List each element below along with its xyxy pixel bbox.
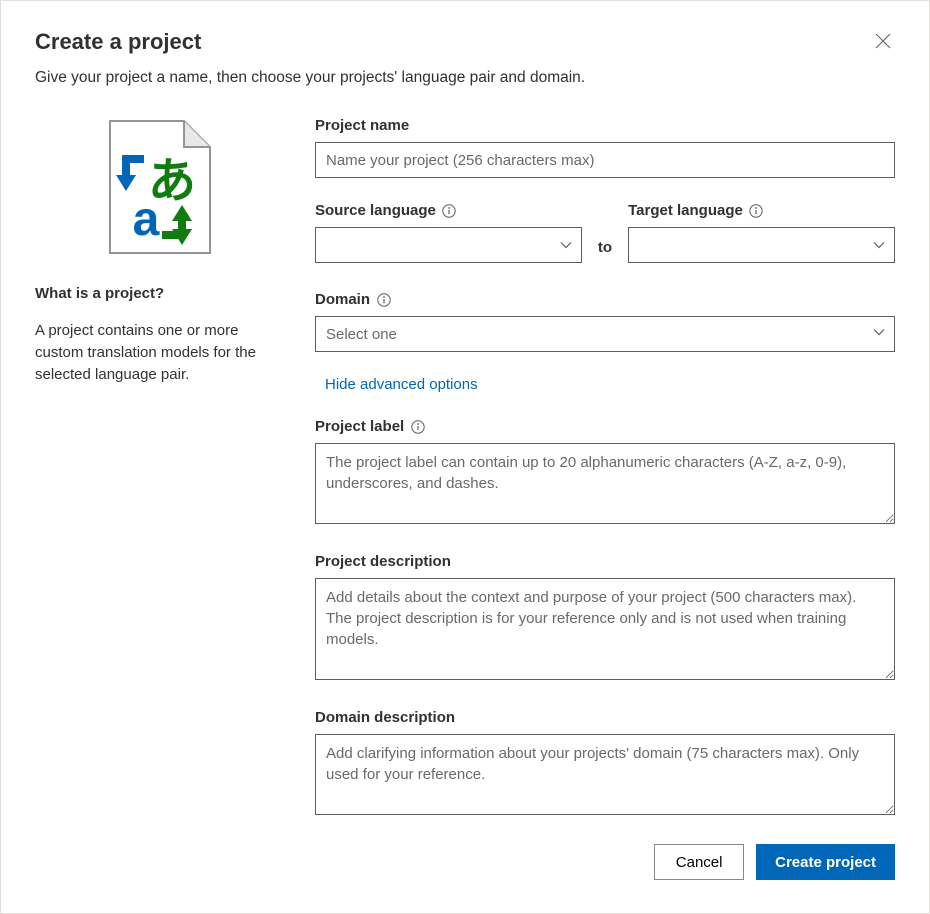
info-icon[interactable] [749, 203, 764, 218]
dialog-subtitle: Give your project a name, then choose yo… [35, 69, 895, 87]
target-language-label: Target language [628, 202, 895, 219]
source-language-label: Source language [315, 202, 582, 219]
domain-description-label-text: Domain description [315, 709, 455, 726]
hide-advanced-link[interactable]: Hide advanced options [325, 376, 478, 393]
dialog-body: あ a [35, 117, 895, 880]
info-icon[interactable] [376, 292, 391, 307]
domain-description-textarea[interactable] [315, 734, 895, 815]
close-button[interactable] [871, 29, 895, 53]
source-language-col: Source language [315, 202, 582, 267]
project-description-label-text: Project description [315, 553, 451, 570]
create-project-dialog: Create a project Give your project a nam… [0, 0, 930, 914]
project-description-group: Project description [315, 553, 895, 685]
source-language-label-text: Source language [315, 202, 436, 219]
target-language-col: Target language [628, 202, 895, 267]
domain-label-text: Domain [315, 291, 370, 308]
create-project-button[interactable]: Create project [756, 844, 895, 880]
project-name-input[interactable] [315, 142, 895, 178]
target-language-select[interactable] [628, 227, 895, 263]
project-label-label-text: Project label [315, 418, 404, 435]
help-heading: What is a project? [35, 285, 285, 302]
to-label: to [598, 239, 612, 256]
project-name-group: Project name [315, 117, 895, 178]
project-description-label: Project description [315, 553, 895, 570]
domain-description-label: Domain description [315, 709, 895, 726]
domain-description-group: Domain description [315, 709, 895, 820]
dialog-header: Create a project [35, 29, 895, 69]
project-description-textarea[interactable] [315, 578, 895, 680]
project-name-label: Project name [315, 117, 895, 134]
help-text: A project contains one or more custom tr… [35, 320, 285, 385]
language-pair-group: Source language to [315, 202, 895, 267]
svg-text:a: a [133, 193, 160, 246]
dialog-footer: Cancel Create project [315, 844, 895, 880]
domain-group: Domain Select one [315, 291, 895, 352]
document-translate-icon: あ a [104, 117, 216, 257]
help-panel: あ a [35, 117, 285, 880]
dialog-title: Create a project [35, 29, 201, 55]
advanced-toggle-group: Hide advanced options [315, 370, 895, 394]
illustration-wrap: あ a [35, 117, 285, 257]
info-icon[interactable] [410, 419, 425, 434]
domain-select[interactable]: Select one [315, 316, 895, 352]
project-label-textarea[interactable] [315, 443, 895, 524]
project-name-label-text: Project name [315, 117, 409, 134]
project-label-label: Project label [315, 418, 895, 435]
form-panel: Project name Source language [315, 117, 895, 880]
target-language-label-text: Target language [628, 202, 743, 219]
info-icon[interactable] [442, 203, 457, 218]
project-label-group: Project label [315, 418, 895, 529]
close-icon [875, 33, 891, 49]
domain-label: Domain [315, 291, 895, 308]
cancel-button[interactable]: Cancel [654, 844, 744, 880]
source-language-select[interactable] [315, 227, 582, 263]
